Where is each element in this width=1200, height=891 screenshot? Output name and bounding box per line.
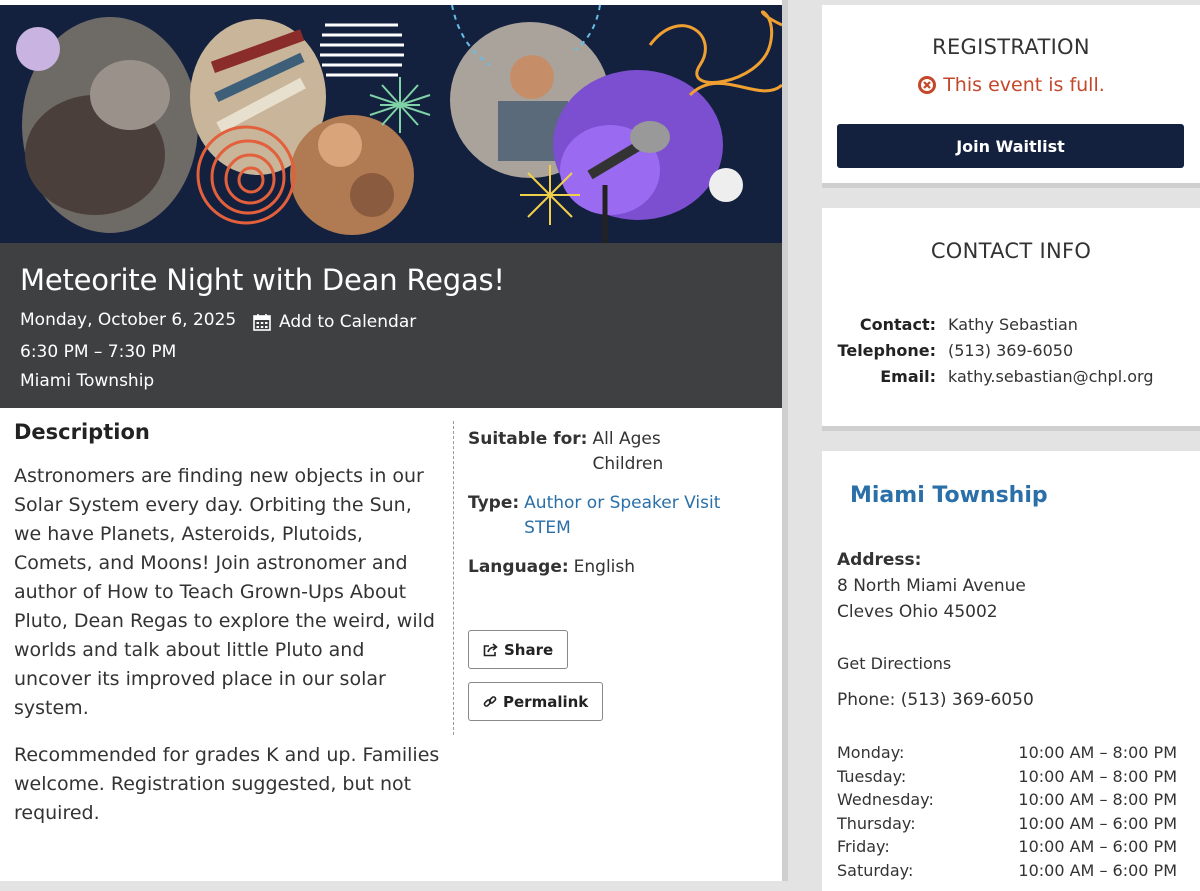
registration-heading: REGISTRATION [932,35,1090,59]
hours-time: 10:00 AM – 6:00 PM [1018,813,1177,833]
add-to-calendar-label: Add to Calendar [279,312,417,332]
banner-collage [16,5,782,243]
hours-time: 10:00 AM – 6:00 PM [1018,837,1177,857]
calendar-icon [253,314,271,331]
event-card: Meteorite Night with Dean Regas! Monday,… [0,0,788,881]
event-date: Monday, October 6, 2025 [20,310,237,330]
description-heading: Description [14,420,150,444]
event-location: Miami Township [20,371,155,391]
type-row: Type: Author or Speaker Visit STEM [468,491,768,541]
suitable-for-row: Suitable for: All Ages Children [468,427,768,477]
permalink-button-label: Permalink [503,692,589,711]
event-full-text: This event is full. [943,74,1105,96]
type-link-stem[interactable]: STEM [524,516,720,541]
description-paragraph: Recommended for grades K and up. Familie… [14,744,440,824]
suitable-for-label: Suitable for: [468,429,588,449]
address-label: Address: [837,550,922,570]
share-icon [483,642,498,656]
permalink-button[interactable]: Permalink [468,682,604,721]
branch-phone: Phone: (513) 369-6050 [837,690,1034,710]
event-banner-image [0,5,782,243]
hours-row: Monday: 10:00 AM – 8:00 PM [837,741,1177,765]
contact-telephone: (513) 369-6050 [948,340,1074,360]
registration-card: REGISTRATION This event is full. Join Wa… [822,5,1200,188]
language-row: Language: English [468,555,768,580]
hours-day: Saturday: [837,860,914,880]
suitable-for-value: All Ages [592,429,661,449]
hours-row: Tuesday: 10:00 AM – 8:00 PM [837,765,1177,789]
hours-time: 10:00 AM – 8:00 PM [1018,743,1177,763]
branch-hours: Monday: 10:00 AM – 8:00 PM Tuesday: 10:00 … [837,741,1177,882]
contact-details: Contact: Kathy Sebastian Telephone: (513… [822,311,1200,389]
contact-info-heading: CONTACT INFO [930,239,1092,263]
hours-row: Thursday: 10:00 AM – 6:00 PM [837,812,1177,836]
contact-label: Contact: [859,314,936,334]
link-icon [483,695,497,707]
type-link-author-visit[interactable]: Author or Speaker Visit [524,491,720,516]
branch-info-card: Miami Township Address: 8 North Miami Av… [822,451,1200,891]
share-button[interactable]: Share [468,630,569,669]
get-directions-link[interactable]: Get Directions [837,654,951,673]
add-to-calendar-link[interactable]: Add to Calendar [253,312,416,332]
event-full-status: This event is full. [822,74,1200,96]
error-circle-icon [918,76,937,94]
hours-time: 10:00 AM – 8:00 PM [1018,766,1177,786]
contact-name: Kathy Sebastian [948,314,1078,334]
join-waitlist-button[interactable]: Join Waitlist [837,124,1184,168]
hours-row: Friday: 10:00 AM – 6:00 PM [837,835,1177,859]
hours-row: Wednesday: 10:00 AM – 8:00 PM [837,788,1177,812]
telephone-label: Telephone: [837,340,936,360]
address-line-1: 8 North Miami Avenue [837,576,1026,596]
contact-email-link[interactable]: kathy.sebastian@chpl.org [948,367,1153,386]
hours-day: Tuesday: [837,766,907,786]
contact-info-card: CONTACT INFO Contact: Kathy Sebastian Te… [822,208,1200,431]
language-value: English [573,557,636,577]
event-title: Meteorite Night with Dean Regas! [20,263,505,297]
hours-day: Friday: [837,837,890,857]
column-divider [453,421,454,735]
branch-name-link[interactable]: Miami Township [850,483,1048,508]
event-details: Suitable for: All Ages Children Type: Au… [468,427,768,594]
event-header: Meteorite Night with Dean Regas! Monday,… [0,243,782,408]
hours-row: Saturday: 10:00 AM – 6:00 PM [837,859,1177,883]
hours-day: Wednesday: [837,790,934,810]
event-time: 6:30 PM – 7:30 PM [20,342,177,362]
language-label: Language: [468,557,569,577]
hours-time: 10:00 AM – 8:00 PM [1018,790,1177,810]
type-label: Type: [468,493,520,513]
hours-time: 10:00 AM – 6:00 PM [1018,860,1177,880]
description-section: Description Astronomers are finding new … [14,420,444,846]
share-button-label: Share [504,640,554,659]
suitable-for-value: Children [592,454,664,474]
email-label: Email: [880,366,936,386]
hours-day: Monday: [837,743,905,763]
hours-day: Thursday: [837,813,916,833]
description-paragraph: Astronomers are finding new objects in o… [14,465,435,719]
address-line-2: Cleves Ohio 45002 [837,602,998,622]
